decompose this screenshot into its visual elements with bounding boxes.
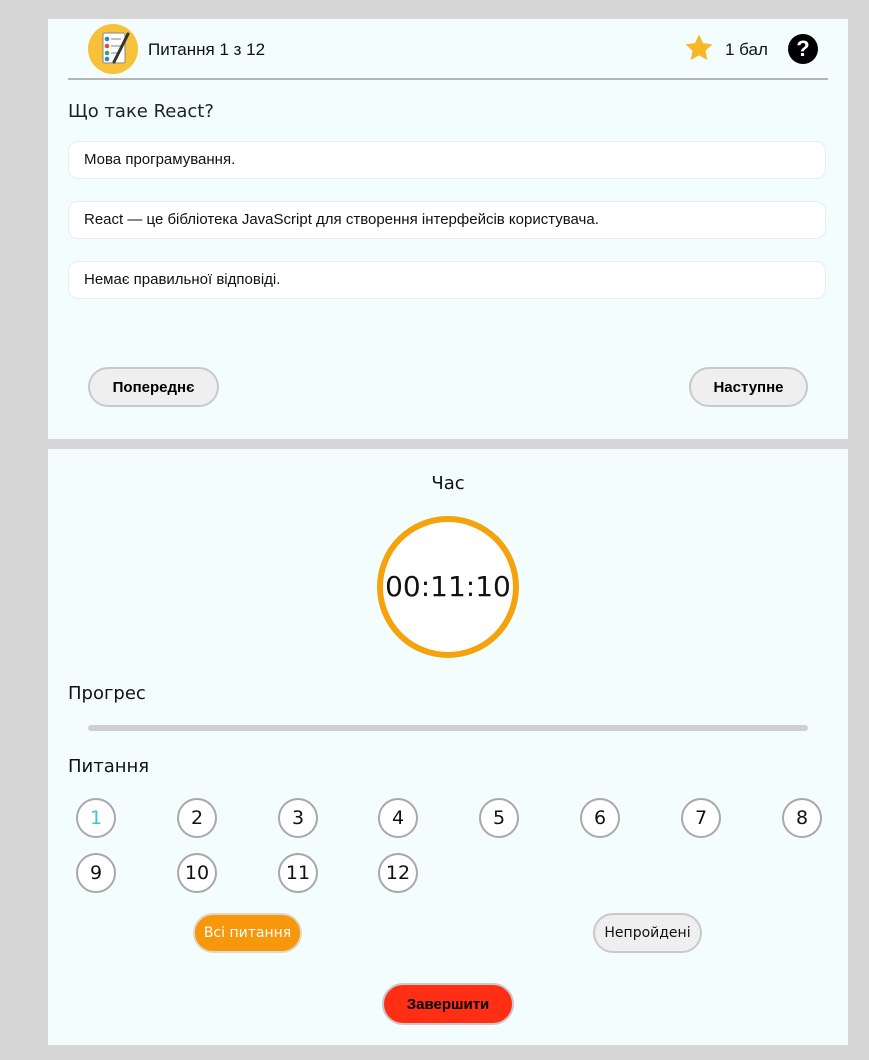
header-divider (68, 78, 828, 80)
answer-option[interactable]: Мова програмування. (68, 141, 826, 179)
star-icon (682, 31, 716, 65)
questions-label: Питання (68, 756, 150, 777)
question-number-button[interactable]: 7 (681, 798, 721, 838)
timer-display: 00:11:10 (377, 516, 519, 658)
previous-button[interactable]: Попереднє (88, 367, 219, 407)
question-number-button[interactable]: 1 (76, 798, 116, 838)
progress-label: Прогрес (68, 683, 146, 704)
score-label: 1 бал (725, 40, 768, 59)
question-number-button[interactable]: 12 (378, 853, 418, 893)
question-number-button[interactable]: 8 (782, 798, 822, 838)
help-icon[interactable]: ? (788, 34, 818, 64)
question-number-button[interactable]: 3 (278, 798, 318, 838)
question-number-button[interactable]: 6 (580, 798, 620, 838)
question-number-button[interactable]: 4 (378, 798, 418, 838)
next-button[interactable]: Наступне (689, 367, 808, 407)
finish-button[interactable]: Завершити (382, 983, 514, 1025)
answer-option[interactable]: Немає правильної відповіді. (68, 261, 826, 299)
progress-bar (88, 725, 808, 731)
question-number-button[interactable]: 5 (479, 798, 519, 838)
status-panel: Час 00:11:10 Прогрес Питання 1 2 3 4 5 6 7 8 9 10… (48, 449, 848, 1045)
all-questions-button[interactable]: Всі питання (193, 913, 302, 953)
question-panel: Питання 1 з 12 1 бал ? Що таке React? Мо… (48, 19, 848, 439)
question-number-button[interactable]: 10 (177, 853, 217, 893)
unanswered-button[interactable]: Непройдені (593, 913, 702, 953)
question-number-button[interactable]: 2 (177, 798, 217, 838)
question-counter: Питання 1 з 12 (148, 40, 266, 59)
question-title: Що таке React? (68, 101, 214, 122)
timer-label: Час (431, 473, 465, 494)
quiz-checklist-icon (88, 24, 138, 74)
answer-option[interactable]: React — це бібліотека JavaScript для ств… (68, 201, 826, 239)
question-number-button[interactable]: 9 (76, 853, 116, 893)
question-number-button[interactable]: 11 (278, 853, 318, 893)
